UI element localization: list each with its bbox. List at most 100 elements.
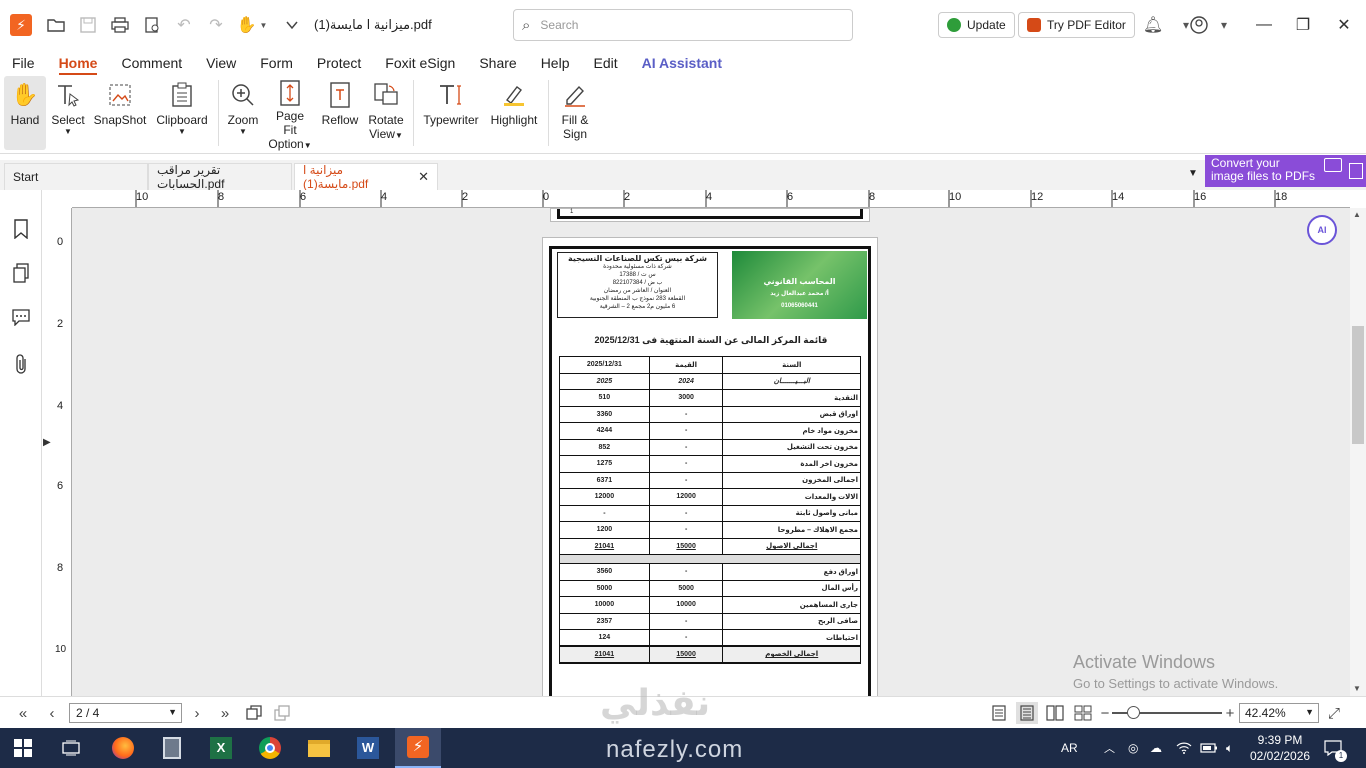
battery-icon[interactable] — [1200, 728, 1218, 768]
file-explorer-icon[interactable] — [304, 734, 334, 762]
wifi-icon[interactable] — [1176, 728, 1192, 768]
first-page-icon[interactable]: « — [12, 702, 34, 724]
close-window-icon[interactable]: ✕ — [1322, 0, 1366, 50]
language-indicator[interactable]: AR — [1061, 728, 1078, 768]
undo-icon[interactable]: ↶ — [168, 9, 200, 41]
convert-images-banner[interactable]: Convert your image files to PDFs — [1205, 155, 1366, 187]
tab-list-dropdown-icon[interactable]: ▼ — [1188, 168, 1198, 179]
menu-home[interactable]: Home — [47, 55, 110, 75]
foxit-logo-icon[interactable]: ⚡ — [10, 14, 32, 36]
notification-bell-icon[interactable]: 🔔︎ — [1137, 9, 1169, 41]
last-page-icon[interactable]: » — [214, 702, 236, 724]
scroll-down-icon[interactable]: ▼ — [1353, 684, 1361, 693]
restore-icon[interactable]: ❐ — [1281, 0, 1325, 50]
foxit-taskbar-icon[interactable]: ⚡ — [395, 728, 441, 768]
zoom-slider-handle[interactable] — [1127, 706, 1140, 719]
vertical-scrollbar[interactable]: ▲ ▼ — [1350, 208, 1366, 696]
typewriter-button[interactable]: Typewriter — [418, 76, 484, 150]
snapshot-button[interactable]: SnapShot — [90, 76, 150, 150]
pdf-file-icon — [1349, 163, 1363, 179]
highlight-button[interactable]: Highlight — [484, 76, 544, 150]
balance-sheet-table: 2025/12/31 القيمة السنة 2025 2024 البـــ… — [559, 356, 861, 664]
typewriter-label: Typewriter — [423, 113, 479, 127]
scrollbar-thumb[interactable] — [1352, 326, 1364, 444]
tab-start[interactable]: Start — [4, 163, 148, 190]
page-fit-option-button[interactable]: Page Fit Option▼ — [263, 76, 317, 151]
continuous-facing-view-icon[interactable] — [1072, 702, 1094, 724]
file-dropdown-icon[interactable] — [276, 9, 308, 41]
menu-share[interactable]: Share — [467, 55, 528, 71]
facing-view-icon[interactable] — [1044, 702, 1066, 724]
select-tool-button[interactable]: Select ▼ — [46, 76, 90, 150]
page-dropdown-icon[interactable]: ▼ — [168, 707, 177, 717]
zoom-in-icon[interactable]: + — [1219, 702, 1241, 724]
rotate-view-button[interactable]: Rotate View▼ — [363, 76, 409, 150]
menu-view[interactable]: View — [194, 55, 248, 71]
account-dropdown-icon[interactable]: ▾ — [1208, 9, 1240, 41]
minimize-icon[interactable]: — — [1242, 0, 1286, 50]
tab-auditor-report[interactable]: تقرير مراقب الحسابات.pdf — [148, 163, 292, 191]
calculator-icon[interactable] — [157, 734, 187, 762]
next-view-icon[interactable] — [271, 702, 293, 724]
scroll-up-icon[interactable]: ▲ — [1353, 210, 1361, 219]
word-icon[interactable]: W — [353, 734, 383, 762]
attachment-icon[interactable] — [10, 353, 32, 375]
show-hidden-icons-icon[interactable]: ︿ — [1104, 728, 1115, 768]
next-page-icon[interactable]: › — [186, 702, 208, 724]
webcam-icon[interactable]: ◎ — [1128, 728, 1138, 768]
menu-file[interactable]: File — [0, 55, 47, 71]
menu-foxit-esign[interactable]: Foxit eSign — [373, 55, 467, 71]
close-tab-icon[interactable]: ✕ — [418, 169, 429, 185]
zoom-value: 42.42% — [1245, 706, 1286, 720]
hand-tool-button[interactable]: ✋ Hand — [4, 76, 46, 150]
volume-icon[interactable]: 🔈︎ — [1226, 728, 1233, 768]
zoom-dropdown-icon[interactable]: ▼ — [1305, 707, 1314, 717]
expand-panel-icon[interactable]: ▶ — [43, 437, 51, 448]
clipboard-button[interactable]: Clipboard ▼ — [150, 76, 214, 150]
security-icon[interactable]: ☁ — [1150, 728, 1162, 768]
rotate-label: Rotate — [368, 113, 404, 127]
single-page-view-icon[interactable] — [988, 702, 1010, 724]
ruler-ticks — [135, 190, 1276, 207]
chrome-icon[interactable] — [255, 734, 285, 762]
search-input[interactable]: ⌕ Search — [513, 9, 853, 41]
zoom-button[interactable]: Zoom ▼ — [223, 76, 263, 150]
try-pdf-editor-button[interactable]: Try PDF Editor — [1018, 12, 1135, 38]
watermark-line-2: Go to Settings to activate Windows. — [1073, 676, 1279, 691]
table-cell: - — [648, 504, 724, 522]
previous-view-icon[interactable] — [243, 702, 265, 724]
hand-tool-dropdown-icon[interactable]: ✋ ▼ — [232, 9, 272, 41]
clipboard-dropdown-icon: ▼ — [178, 127, 186, 136]
firefox-icon[interactable] — [108, 734, 138, 762]
menu-edit[interactable]: Edit — [581, 55, 629, 71]
notification-center-icon[interactable]: 1 — [1324, 728, 1347, 768]
create-pdf-icon[interactable] — [136, 9, 168, 41]
windows-start-icon[interactable] — [8, 734, 38, 762]
menu-ai-assistant[interactable]: AI Assistant — [630, 55, 734, 71]
menu-protect[interactable]: Protect — [305, 55, 373, 71]
task-view-icon[interactable] — [56, 734, 86, 762]
document-viewport[interactable]: 1 شركة بيس تكس للصناعات النسيجية شركة ذا… — [72, 208, 1350, 696]
tab-budget[interactable]: ميزانية ا مايسة(1).pdf ✕ — [294, 163, 438, 191]
pages-icon[interactable] — [10, 262, 32, 284]
print-icon[interactable] — [104, 9, 136, 41]
fullscreen-icon[interactable]: ⤢ — [1323, 702, 1345, 724]
redo-icon[interactable]: ↷ — [200, 9, 232, 41]
comments-icon[interactable] — [10, 306, 32, 328]
system-clock[interactable]: 9:39 PM 02/02/2026 — [1250, 732, 1310, 764]
continuous-view-icon[interactable] — [1016, 702, 1038, 724]
page-number-input[interactable]: 2 / 4 ▼ — [69, 703, 182, 723]
reflow-button[interactable]: Reflow — [317, 76, 363, 150]
bookmark-icon[interactable] — [10, 218, 32, 240]
menu-comment[interactable]: Comment — [109, 55, 194, 71]
update-button[interactable]: Update — [938, 12, 1015, 38]
menu-form[interactable]: Form — [248, 55, 305, 71]
fill-sign-button[interactable]: Fill & Sign — [553, 76, 597, 150]
excel-icon[interactable]: X — [206, 734, 236, 762]
menu-help[interactable]: Help — [529, 55, 582, 71]
zoom-level-select[interactable]: 42.42% ▼ — [1239, 703, 1319, 723]
save-icon[interactable] — [72, 9, 104, 41]
previous-page-icon[interactable]: ‹ — [41, 702, 63, 724]
open-folder-icon[interactable] — [40, 9, 72, 41]
ai-assistant-badge-icon[interactable]: AI — [1307, 215, 1337, 245]
